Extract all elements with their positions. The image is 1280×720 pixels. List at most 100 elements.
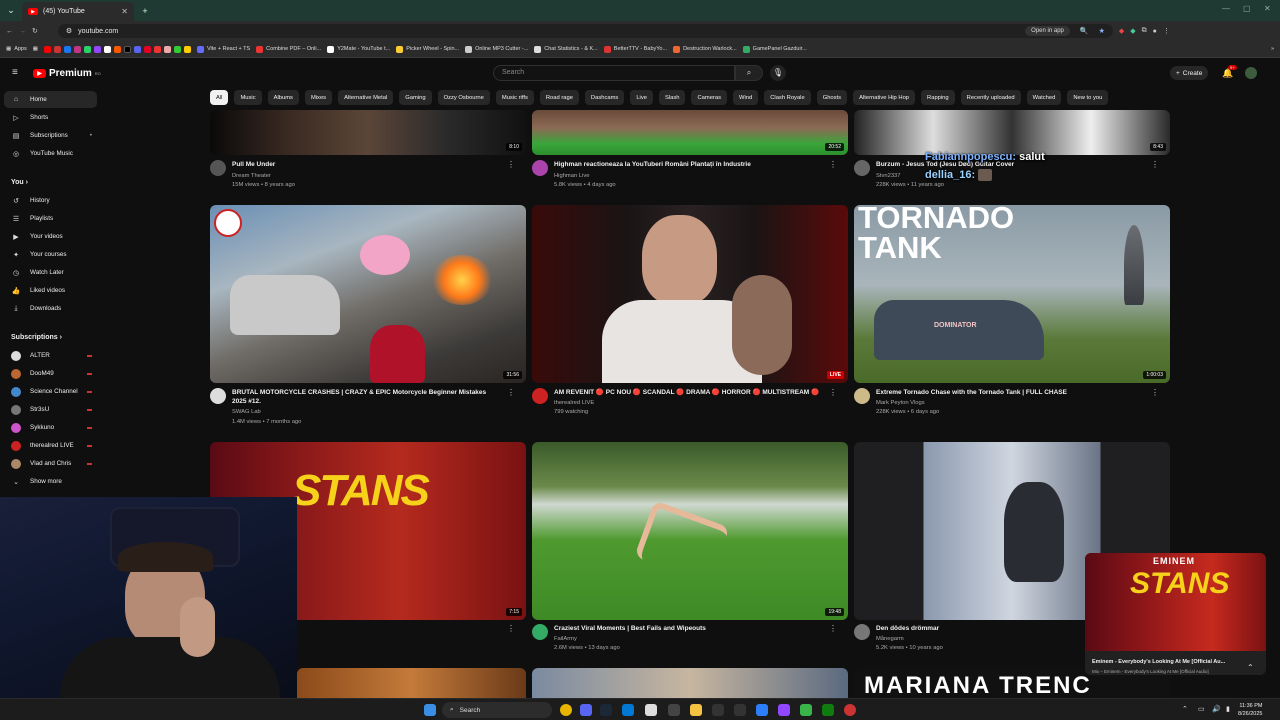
back-icon[interactable]: ← bbox=[6, 28, 13, 35]
bookmark-chat-stats[interactable]: Chat Statistics - & K... bbox=[534, 45, 598, 53]
chip[interactable]: Watched bbox=[1026, 90, 1062, 105]
chip[interactable]: Road rage bbox=[539, 90, 579, 105]
twitch-icon[interactable] bbox=[778, 704, 790, 716]
hamburger-menu-icon[interactable]: ≡ bbox=[12, 67, 18, 78]
tray-chevron-up-icon[interactable]: ⌃ bbox=[1182, 705, 1188, 713]
chip[interactable]: Recently uploaded bbox=[960, 90, 1021, 105]
bookmark-icon[interactable] bbox=[183, 45, 191, 53]
channel-avatar[interactable] bbox=[532, 388, 548, 404]
chip[interactable]: Alternative Metal bbox=[338, 90, 394, 105]
sidebar-item-liked-videos[interactable]: 👍 Liked videos bbox=[4, 282, 97, 299]
chip[interactable]: Slash bbox=[658, 90, 686, 105]
sidebar-item-playlists[interactable]: ☰ Playlists bbox=[4, 210, 97, 227]
battery-icon[interactable]: ▮ bbox=[1226, 705, 1230, 713]
vscode-icon[interactable] bbox=[622, 704, 634, 716]
chip[interactable]: Alternative Hip Hop bbox=[853, 90, 916, 105]
chip[interactable]: Live bbox=[630, 90, 653, 105]
bookmark-combine-pdf[interactable]: Combine PDF – Onli... bbox=[256, 45, 321, 53]
voice-search-mic-icon[interactable]: 🎙 bbox=[770, 65, 786, 81]
chip[interactable]: Dashcams bbox=[584, 90, 625, 105]
sidebar-item-home[interactable]: ⌂ Home bbox=[4, 91, 97, 108]
video-title[interactable]: Craziest Viral Moments | Best Fails and … bbox=[554, 624, 824, 633]
video-title[interactable]: Highman reactioneaza la YouTuberi Români… bbox=[554, 160, 824, 169]
sidebar-item-subscriptions[interactable]: ▤ Subscriptions • bbox=[4, 127, 97, 144]
mini-player-title[interactable]: Eminem - Everybody's Looking At Me [Offi… bbox=[1092, 659, 1252, 665]
tiktok-icon[interactable] bbox=[123, 45, 131, 53]
all-bookmarks-icon[interactable]: » bbox=[1271, 46, 1274, 52]
twitch-icon[interactable] bbox=[93, 45, 101, 53]
windows-start-icon[interactable] bbox=[424, 704, 436, 716]
bookmark-betterttv[interactable]: BetterTTV - BabyYo... bbox=[603, 45, 667, 53]
channel-avatar[interactable] bbox=[210, 388, 226, 404]
account-avatar[interactable] bbox=[1245, 67, 1257, 79]
more-actions-icon[interactable]: ⋮ bbox=[507, 388, 515, 397]
zoom-icon[interactable]: 🔍 bbox=[1080, 27, 1089, 35]
create-button[interactable]: + Create bbox=[1170, 66, 1209, 80]
chip[interactable]: Music bbox=[234, 90, 262, 105]
sidebar-item-youtube-music[interactable]: ◎ YouTube Music bbox=[4, 145, 97, 162]
chip[interactable]: Albums bbox=[267, 90, 299, 105]
channel-avatar[interactable] bbox=[854, 388, 870, 404]
bookmark-gamepanel[interactable]: GamePanel Gazduir... bbox=[742, 45, 807, 53]
search-input[interactable]: Search bbox=[493, 65, 735, 81]
reddit-icon[interactable] bbox=[113, 45, 121, 53]
sidebar-sub-science-channel[interactable]: Science Channel bbox=[4, 383, 97, 400]
chip[interactable]: New to you bbox=[1067, 90, 1109, 105]
bookmark-icon[interactable] bbox=[53, 45, 61, 53]
channel-name[interactable]: Stvn2337 bbox=[876, 173, 901, 179]
channel-avatar[interactable] bbox=[854, 160, 870, 176]
discord-icon[interactable] bbox=[133, 45, 141, 53]
video-thumbnail[interactable]: 19:48 bbox=[532, 442, 848, 620]
forward-icon[interactable]: → bbox=[19, 28, 26, 35]
more-actions-icon[interactable]: ⋮ bbox=[829, 624, 837, 633]
video-title[interactable]: BRUTAL MOTORCYCLE CRASHES | CRAZY & EPIC… bbox=[232, 388, 502, 406]
omnibox[interactable]: ⚙ youtube.com Open in app 🔍 ★ bbox=[57, 24, 1113, 38]
sidebar-item-watch-later[interactable]: ◷ Watch Later bbox=[4, 264, 97, 281]
extensions-puzzle-icon[interactable]: ⧉ bbox=[1142, 27, 1147, 35]
pinterest-icon[interactable] bbox=[143, 45, 151, 53]
expand-chevron-up-icon[interactable]: ⌃ bbox=[1247, 663, 1254, 672]
chip[interactable]: Wind bbox=[733, 90, 759, 105]
obs-record-icon[interactable] bbox=[844, 704, 856, 716]
youtube-icon[interactable] bbox=[43, 45, 51, 53]
video-title[interactable]: Extreme Tornado Chase with the Tornado T… bbox=[876, 388, 1146, 397]
sidebar-sub-vlad-and-chris[interactable]: Vlad and Chris bbox=[4, 455, 97, 472]
search-button[interactable]: ⌕ bbox=[735, 65, 763, 81]
sidebar-item-shorts[interactable]: ▷ Shorts bbox=[4, 109, 97, 126]
channel-name[interactable]: FailArmy bbox=[554, 636, 577, 642]
open-in-app-button[interactable]: Open in app bbox=[1025, 26, 1070, 36]
sidebar-sub-doom49[interactable]: DooM49 bbox=[4, 365, 97, 382]
sidebar-sub-alter[interactable]: ALTER bbox=[4, 347, 97, 364]
chip[interactable]: Ghosts bbox=[816, 90, 848, 105]
more-actions-icon[interactable]: ⋮ bbox=[1151, 160, 1159, 169]
app-icon[interactable] bbox=[712, 704, 724, 716]
bookmark-mp3-cutter[interactable]: Online MP3 Cutter -... bbox=[465, 45, 528, 53]
sidebar-sub-str3su[interactable]: Str3sU bbox=[4, 401, 97, 418]
bookmark-picker-wheel[interactable]: Picker Wheel - Spin... bbox=[396, 45, 459, 53]
video-thumbnail[interactable] bbox=[532, 668, 848, 698]
bookmark-destruction-warlock[interactable]: Destruction Warlock... bbox=[673, 45, 737, 53]
tab-search-icon[interactable]: ⌄ bbox=[0, 0, 22, 21]
video-thumbnail[interactable] bbox=[297, 668, 526, 698]
bookmark-icon[interactable] bbox=[163, 45, 171, 53]
subscriptions-section-header[interactable]: Subscriptions › bbox=[11, 334, 62, 341]
video-title[interactable]: AM REVENIT 🔴 PC NOU 🔴 SCANDAL 🔴 DRAMA 🔴 … bbox=[554, 388, 824, 397]
profile-icon[interactable]: ● bbox=[1153, 28, 1157, 35]
discord-icon[interactable] bbox=[580, 704, 592, 716]
taskbar-search[interactable]: ⌕ Search bbox=[442, 702, 552, 718]
chip[interactable]: Gaming bbox=[399, 90, 432, 105]
channel-name[interactable]: Highman Live bbox=[554, 173, 589, 179]
video-thumbnail[interactable]: 31:56 bbox=[210, 205, 526, 383]
close-tab-icon[interactable]: ✕ bbox=[121, 7, 128, 16]
taskbar-clock[interactable]: 11:36 PM 8/26/2025 bbox=[1238, 702, 1262, 718]
sidebar-sub-sykkuno[interactable]: Sykkuno bbox=[4, 419, 97, 436]
maximize-icon[interactable]: ▢ bbox=[1243, 4, 1251, 13]
video-thumbnail[interactable]: LIVE bbox=[532, 205, 848, 383]
sidebar-item-history[interactable]: ↺ History bbox=[4, 192, 97, 209]
chip[interactable]: Mixes bbox=[304, 90, 333, 105]
more-actions-icon[interactable]: ⋮ bbox=[829, 388, 837, 397]
app-icon[interactable] bbox=[800, 704, 812, 716]
new-tab-icon[interactable]: + bbox=[134, 0, 156, 21]
bookmark-vite[interactable]: Vite + React + TS bbox=[196, 45, 250, 53]
bookmark-apps[interactable]: ▦ Apps bbox=[6, 46, 27, 52]
